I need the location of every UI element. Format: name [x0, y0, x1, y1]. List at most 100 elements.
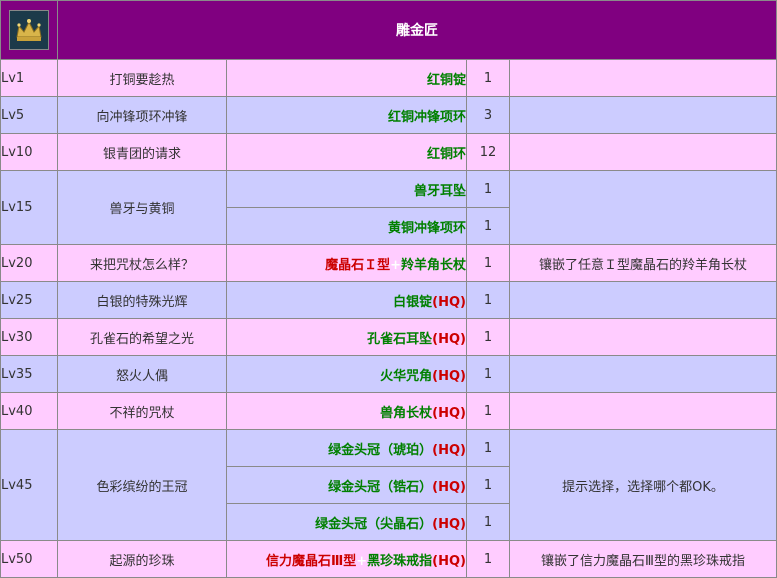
quantity-cell: 1 — [466, 392, 510, 430]
table-row: Lv5 向冲锋项环冲锋 红铜冲锋项环 3 — [0, 96, 777, 134]
note-cell — [509, 96, 777, 134]
quest-name-cell: 向冲锋项环冲锋 — [57, 96, 227, 134]
table-row: Lv10 银青团的请求 红铜环 12 — [0, 133, 777, 171]
item-text: 火华咒角 — [380, 368, 433, 384]
note-cell: 提示选择，选择哪个都OK。 — [509, 429, 777, 541]
level-cell: Lv35 — [0, 355, 58, 393]
table-row: Lv15 兽牙与黄铜 兽牙耳坠 1 — [0, 170, 777, 245]
item-text: (HQ) — [432, 405, 466, 421]
note-cell — [509, 59, 777, 97]
quest-name-cell: 打铜要趁热 — [57, 59, 227, 97]
level-cell: Lv45 — [0, 429, 58, 541]
table-row: Lv50 起源的珍珠 信力魔晶石Ⅲ型+黑珍珠戒指(HQ) 1 镶嵌了信力魔晶石Ⅲ型的黑珍… — [0, 540, 777, 578]
quest-name-cell: 孔雀石的希望之光 — [57, 318, 227, 356]
item-text: 羚羊角长杖 — [400, 257, 466, 273]
item-text: 红铜锭 — [426, 72, 466, 88]
quantity-cell: 1 — [466, 355, 510, 393]
item-text: (HQ) — [432, 442, 466, 458]
quantity-cell: 1 — [466, 170, 510, 208]
quest-name-cell: 兽牙与黄铜 — [57, 170, 227, 245]
quest-name-cell: 来把咒杖怎么样？ — [57, 244, 227, 282]
quest-name-cell: 起源的珍珠 — [57, 540, 227, 578]
required-item-cell: 绿金头冠（琥珀）(HQ) — [226, 429, 467, 467]
quantity-cell: 12 — [466, 133, 510, 171]
item-text: 兽角长杖 — [380, 405, 433, 421]
level-cell: Lv50 — [0, 540, 58, 578]
item-text: 红铜环 — [426, 146, 466, 162]
table-row: Lv20 来把咒杖怎么样？ 魔晶石Ｉ型+羚羊角长杖 1 镶嵌了任意Ｉ型魔晶石的羚羊角长杖 — [0, 244, 777, 282]
level-cell: Lv30 — [0, 318, 58, 356]
required-item-cell: 红铜环 — [226, 133, 467, 171]
quantity-cell: 1 — [466, 540, 510, 578]
note-cell — [509, 281, 777, 319]
required-item-cell: 火华咒角(HQ) — [226, 355, 467, 393]
note-cell — [509, 392, 777, 430]
table-row: Lv30 孔雀石的希望之光 孔雀石耳坠(HQ) 1 — [0, 318, 777, 356]
required-item-cell: 兽角长杖(HQ) — [226, 392, 467, 430]
item-text: 孔雀石耳坠 — [367, 331, 433, 347]
item-text: (HQ) — [432, 368, 466, 384]
level-cell: Lv10 — [0, 133, 58, 171]
quantity-cell: 1 — [466, 281, 510, 319]
table-row: Lv1 打铜要趁热 红铜锭 1 — [0, 59, 777, 97]
item-text: 魔晶石Ｉ型 — [325, 257, 391, 273]
icon-cell — [0, 0, 58, 60]
table-row: Lv35 怒火人偶 火华咒角(HQ) 1 — [0, 355, 777, 393]
required-item-cell: 绿金头冠（锆石）(HQ) — [226, 466, 467, 504]
item-text: 信力魔晶石Ⅲ型 — [265, 553, 357, 569]
level-cell: Lv5 — [0, 96, 58, 134]
quantity-cell: 1 — [466, 466, 510, 504]
note-cell — [509, 318, 777, 356]
quantity-cell: 1 — [466, 318, 510, 356]
item-text: + — [356, 553, 368, 569]
table-row: Lv45 色彩缤纷的王冠 绿金头冠（琥珀）(HQ) 1 提示选择，选择哪个都OK。 — [0, 429, 777, 541]
required-item-cell: 魔晶石Ｉ型+羚羊角长杖 — [226, 244, 467, 282]
quest-name-cell: 不祥的咒杖 — [57, 392, 227, 430]
quest-name-cell: 银青团的请求 — [57, 133, 227, 171]
item-text: 黑珍珠戒指 — [367, 553, 433, 569]
level-cell: Lv1 — [0, 59, 58, 97]
quest-name-cell: 怒火人偶 — [57, 355, 227, 393]
item-text: 红铜冲锋项环 — [387, 109, 466, 125]
required-item-cell: 红铜锭 — [226, 59, 467, 97]
quest-name-cell: 白银的特殊光辉 — [57, 281, 227, 319]
table-row: Lv40 不祥的咒杖 兽角长杖(HQ) 1 — [0, 392, 777, 430]
quantity-cell: 1 — [466, 429, 510, 467]
quantity-cell: 1 — [466, 244, 510, 282]
item-text: + — [390, 257, 401, 273]
required-item-cell: 红铜冲锋项环 — [226, 96, 467, 134]
item-text: 兽牙耳坠 — [413, 183, 466, 199]
item-text: 绿金头冠（琥珀） — [328, 442, 433, 458]
item-text: (HQ) — [432, 479, 466, 495]
required-item-cell: 白银锭(HQ) — [226, 281, 467, 319]
item-text: (HQ) — [432, 294, 466, 310]
quantity-cell: 1 — [466, 59, 510, 97]
item-text: 黄铜冲锋项环 — [387, 220, 466, 236]
table-body: 雕金匠 Lv1 打铜要趁热 红铜锭 1 Lv5 向冲锋项环冲锋 红铜冲锋项环 3 Lv10 银青团… — [0, 0, 777, 578]
quantity-cell: 3 — [466, 96, 510, 134]
quantity-cell: 1 — [466, 207, 510, 245]
required-item-cell: 黄铜冲锋项环 — [226, 207, 467, 245]
quantity-cell: 1 — [466, 503, 510, 541]
item-text: 白银锭 — [393, 294, 433, 310]
crafting-quest-table: 雕金匠 Lv1 打铜要趁热 红铜锭 1 Lv5 向冲锋项环冲锋 红铜冲锋项环 3 Lv10 银青团… — [0, 0, 777, 578]
item-text: (HQ) — [432, 516, 466, 532]
item-text: 绿金头冠（尖晶石） — [315, 516, 433, 532]
note-cell: 镶嵌了任意Ｉ型魔晶石的羚羊角长杖 — [509, 244, 777, 282]
level-cell: Lv20 — [0, 244, 58, 282]
crown-icon — [9, 10, 49, 50]
note-cell — [509, 170, 777, 245]
profession-title: 雕金匠 — [57, 0, 777, 60]
required-item-cell: 孔雀石耳坠(HQ) — [226, 318, 467, 356]
table-header: 雕金匠 — [0, 0, 777, 60]
level-cell: Lv15 — [0, 170, 58, 245]
required-item-cell: 绿金头冠（尖晶石）(HQ) — [226, 503, 467, 541]
item-text: 绿金头冠（锆石） — [328, 479, 433, 495]
item-text: (HQ) — [432, 553, 466, 569]
note-cell — [509, 355, 777, 393]
note-cell — [509, 133, 777, 171]
quest-name-cell: 色彩缤纷的王冠 — [57, 429, 227, 541]
level-cell: Lv25 — [0, 281, 58, 319]
required-item-cell: 信力魔晶石Ⅲ型+黑珍珠戒指(HQ) — [226, 540, 467, 578]
table-row: Lv25 白银的特殊光辉 白银锭(HQ) 1 — [0, 281, 777, 319]
